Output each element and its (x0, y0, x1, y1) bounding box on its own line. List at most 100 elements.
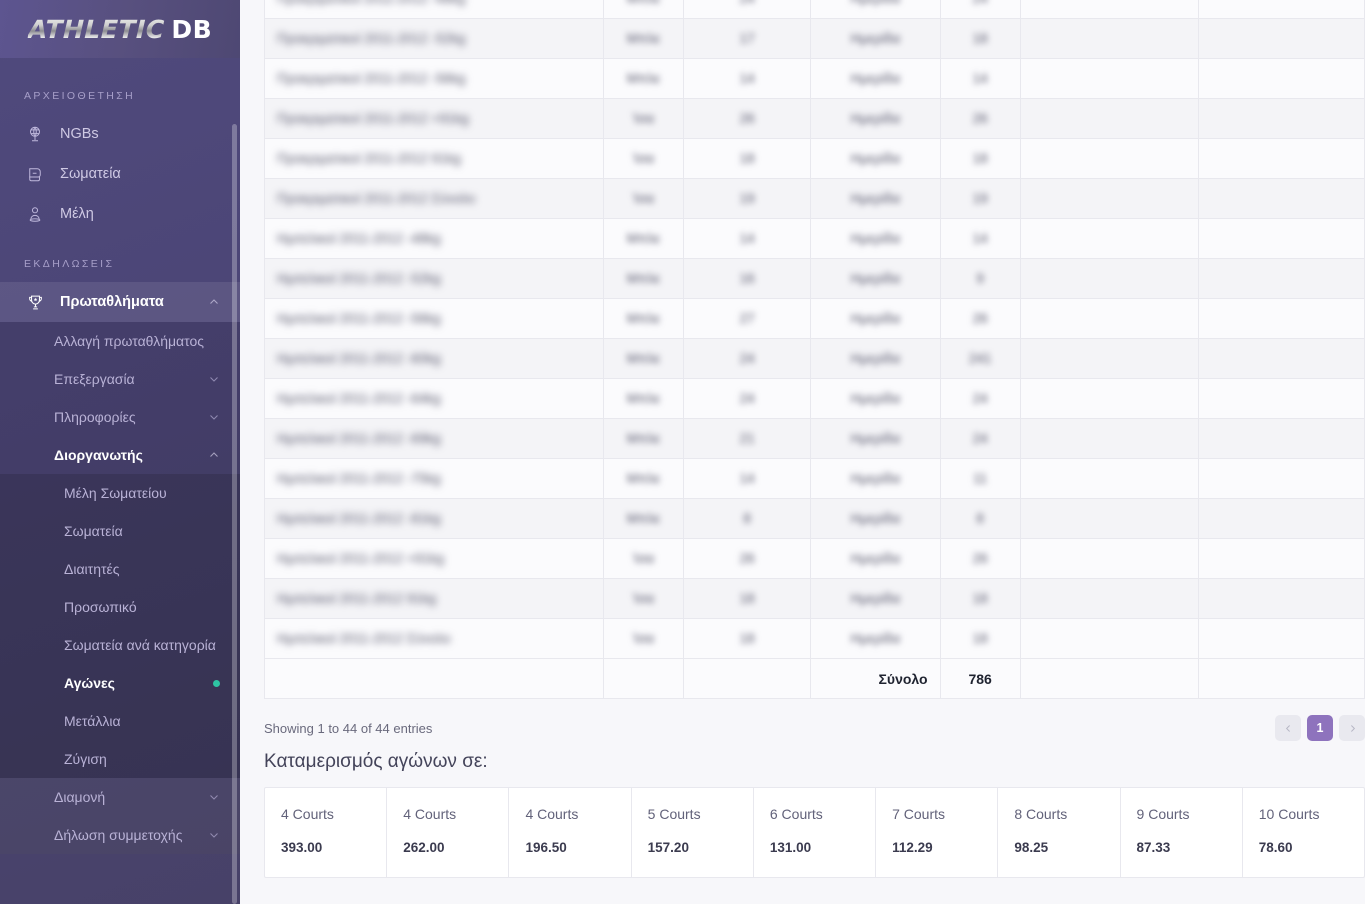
court-card: 9 Courts 87.33 (1121, 788, 1243, 877)
sidebar-subitem-information[interactable]: Πληροφορίες (0, 398, 240, 436)
sidebar-subitem-accommodation[interactable]: Διαμονή (0, 778, 240, 816)
sidebar-subitem-organizer[interactable]: Διοργανωτής (0, 436, 240, 474)
redacted-value: 19 (739, 191, 755, 206)
sidebar-subitem-change-championship[interactable]: Αλλαγή πρωταθλήματος (0, 322, 240, 360)
table-row[interactable]: Προκριματικοί 2011-2012 -48kg Μπλε 24 Ημερί… (264, 0, 1365, 19)
redacted-value: Ημιτελικοί 2011-2012 -81kg (277, 511, 441, 526)
sidebar-subitem-label: Μέλη Σωματείου (64, 485, 167, 501)
redacted-value: Μπλε (626, 431, 661, 446)
redacted-value: 26 (972, 311, 988, 326)
pagination-page-1-button[interactable]: 1 (1307, 715, 1333, 741)
redacted-value: 21 (739, 431, 755, 446)
redacted-value: Ίσα (632, 151, 655, 166)
redacted-value: 16 (739, 271, 755, 286)
cell-type: Ημερίδα (810, 538, 941, 579)
sidebar-item-clubs[interactable]: Σωματεία (0, 154, 240, 194)
table-row[interactable]: Προκριματικοί 2011-2012 -56kg Μπλε 14 Ημερί… (264, 58, 1365, 99)
table-row[interactable]: Ημιτελικοί 2011-2012 -81kg Μπλε 8 Ημερίδα 8 (264, 498, 1365, 539)
redacted-value: Ημερίδα (850, 71, 901, 86)
table-row[interactable]: Ημιτελικοί 2011-2012 -56kg Μπλε 27 Ημερίδα 2… (264, 298, 1365, 339)
sidebar-subitem-medals[interactable]: Μετάλλια (0, 702, 240, 740)
table-row[interactable]: Ημιτελικοί 2011-2012 -64kg Μπλε 24 Ημερίδα 2… (264, 378, 1365, 419)
cell-type: Ημερίδα (810, 458, 941, 499)
table-row[interactable]: Ημιτελικοί 2011-2012 Σύνολο Ίσα 18 Ημερίδα 1… (264, 618, 1365, 659)
cell-corner: Ίσα (602, 98, 685, 139)
table-row[interactable]: Προκριματικοί 2011-2012 -52kg Μπλε 17 Ημερί… (264, 18, 1365, 59)
redacted-value: 24 (740, 0, 755, 6)
sidebar-subitem-label: Σωματεία ανά κατηγορία (64, 637, 216, 653)
redacted-value: Μπλε (626, 231, 661, 246)
sidebar-scrollbar[interactable] (232, 124, 237, 904)
redacted-value: Ημιτελικοί 2011-2012 -69kg (277, 431, 441, 446)
table-row[interactable]: Ημιτελικοί 2011-2012 -52kg Μπλε 16 Ημερίδα 9 (264, 258, 1365, 299)
total-label: Σύνολο (810, 658, 941, 699)
court-card-value: 262.00 (403, 840, 445, 855)
table-row[interactable]: Ημιτελικοί 2011-2012 -60kg Μπλε 24 Ημερίδα 2… (264, 338, 1365, 379)
pagination-prev-button[interactable] (1275, 715, 1301, 741)
cell-event-name: Ημιτελικοί 2011-2012 91kg (264, 578, 604, 619)
cell-event-name: Ημιτελικοί 2011-2012 -56kg (264, 298, 604, 339)
redacted-value: 18 (972, 31, 988, 46)
sidebar-subitem-label: Αγώνες (64, 675, 115, 691)
cell-corner: Μπλε (602, 338, 685, 379)
court-card-value: 131.00 (769, 840, 812, 855)
redacted-value: Ημερίδα (850, 511, 901, 526)
sidebar-subitem-weigh-in[interactable]: Ζύγιση (0, 740, 240, 778)
sidebar-brand[interactable]: ATHLETIC DB (0, 0, 240, 58)
cell-event-name: Προκριματικοί 2011-2012 -56kg (264, 58, 604, 99)
table-row[interactable]: Ημιτελικοί 2011-2012 91kg Ίσα 18 Ημερίδα 18 (264, 578, 1365, 619)
cell-type: Ημερίδα (810, 178, 941, 219)
cell-corner: Μπλε (602, 258, 685, 299)
cell-type: Ημερίδα (810, 298, 941, 339)
total-blank-2 (602, 658, 685, 699)
table-row[interactable]: Προκριματικοί 2011-2012 91kg Ίσα 18 Ημερίδα… (264, 138, 1365, 179)
chevron-down-icon (210, 415, 218, 420)
sidebar-subitem-club-members[interactable]: Μέλη Σωματείου (0, 474, 240, 512)
sidebar-item-championships[interactable]: Πρωταθλήματα (0, 282, 240, 322)
app-logo: ATHLETIC DB (27, 15, 212, 44)
sidebar-scroll-area[interactable]: ΑΡΧΕΙΟΘΕΤΗΣΗ NGBs Σωματεία Μέλη ΕΚΔΗΛΩΣΕ… (0, 58, 240, 904)
cell-type: Ημερίδα (810, 218, 941, 259)
sidebar-subitem-participation-declaration[interactable]: Δήλωση συμμετοχής (0, 816, 240, 854)
redacted-value: Ημερίδα (850, 431, 901, 446)
sidebar-subitem-referees[interactable]: Διαιτητές (0, 550, 240, 588)
cell-count: 16 (683, 258, 812, 299)
redacted-value: Ίσα (632, 551, 655, 566)
cell-event-name: Ημιτελικοί 2011-2012 -60kg (264, 338, 604, 379)
redacted-value: 241 (968, 351, 992, 366)
table-row[interactable]: Ημιτελικοί 2011-2012 -69kg Μπλε 21 Ημερίδα 2… (264, 418, 1365, 459)
table-row[interactable]: Προκριματικοί 2011-2012 Σύνολο Ίσα 19 Ημερί… (264, 178, 1365, 219)
cell-count: 26 (683, 538, 812, 579)
sidebar-item-members[interactable]: Μέλη (0, 194, 240, 234)
pagination: 1 (1275, 715, 1365, 741)
table-total-row: Σύνολο 786 (264, 658, 1365, 699)
redacted-value: Ημερίδα (850, 551, 901, 566)
redacted-value: Μπλε (626, 351, 661, 366)
cell-corner: Μπλε (602, 458, 685, 499)
table-row[interactable]: Ημιτελικοί 2011-2012 -48kg Μπλε 14 Ημερίδα 1… (264, 218, 1365, 259)
table-row[interactable]: Προκριματικοί 2011-2012 +91kg Ίσα 26 Ημερίδ… (264, 98, 1365, 139)
table-row[interactable]: Ημιτελικοί 2011-2012 +91kg Ίσα 26 Ημερίδα 26 (264, 538, 1365, 579)
cell-extra-2 (1198, 298, 1365, 339)
matches-table-body: Προκριματικοί 2011-2012 -48kg Μπλε 24 Ημερί… (264, 0, 1365, 699)
sidebar-item-ngbs[interactable]: NGBs (0, 114, 240, 154)
sidebar-subitem-clubs-by-category[interactable]: Σωματεία ανά κατηγορία (0, 626, 240, 664)
cell-corner: Ίσα (602, 178, 685, 219)
cell-extra-1 (1019, 18, 1200, 59)
redacted-value: Ίσα (632, 591, 655, 606)
redacted-value: 14 (739, 231, 755, 246)
pagination-next-button[interactable] (1339, 715, 1365, 741)
redacted-value: Ημερίδα (850, 591, 901, 606)
sidebar-subitem-clubs[interactable]: Σωματεία (0, 512, 240, 550)
court-card-label: 4 Courts (281, 806, 334, 822)
redacted-value: Ίσα (632, 111, 655, 126)
redacted-value: Ημερίδα (850, 351, 901, 366)
table-row[interactable]: Ημιτελικοί 2011-2012 -75kg Μπλε 14 Ημερίδα 1… (264, 458, 1365, 499)
sidebar-subitem-matches[interactable]: Αγώνες (0, 664, 240, 702)
cell-extra-2 (1198, 338, 1365, 379)
table-footer: Showing 1 to 44 of 44 entries 1 (264, 699, 1365, 741)
court-card-label: 4 Courts (525, 806, 579, 822)
cell-count: 27 (683, 298, 812, 339)
sidebar-subitem-staff[interactable]: Προσωπικό (0, 588, 240, 626)
sidebar-subitem-edit[interactable]: Επεξεργασία (0, 360, 240, 398)
